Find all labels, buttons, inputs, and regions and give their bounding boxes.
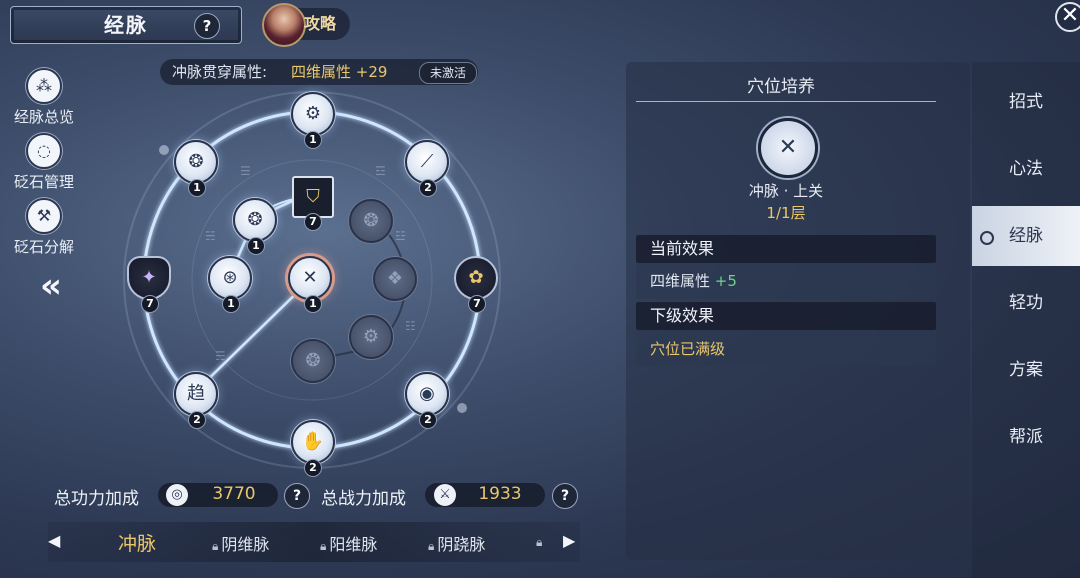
node-top-left-level: 1 — [188, 179, 206, 197]
node-bottom-left[interactable]: 趋 — [174, 372, 218, 416]
meridian-overview-button[interactable]: ⁂ 经脉总览 — [0, 68, 88, 128]
node-inner-bottom-right[interactable]: ⚙ — [349, 315, 393, 359]
total-power-label: 总功力加成 — [54, 489, 139, 509]
meridian-tab-yinqiao-label: 阴跷脉 — [437, 535, 486, 554]
node-right-level: 7 — [468, 295, 486, 313]
meridian-tab-yinwei-label: 阴维脉 — [221, 535, 270, 554]
total-combat-help-button[interactable]: ? — [552, 483, 578, 509]
node-top-right-level: 2 — [419, 179, 437, 197]
current-effect-value: +5 — [714, 272, 737, 290]
help-button[interactable]: ? — [194, 13, 220, 39]
node-center-selected[interactable]: ✕ — [288, 256, 332, 300]
node-inner-top-left[interactable]: ❂ — [233, 198, 277, 242]
current-effect-text: 四维属性 +5 — [650, 270, 737, 291]
node-inner-left-level: 1 — [222, 295, 240, 313]
tab-mental-method[interactable]: 心法 — [972, 139, 1080, 199]
stone-manage-label: 砭石管理 — [13, 173, 74, 191]
network-icon: ⁂ — [26, 68, 62, 104]
prev-arrow-icon[interactable]: ◀ — [48, 531, 60, 550]
panel-title: 穴位培养 — [747, 77, 815, 97]
total-combat-value: 1933 — [478, 484, 522, 504]
node-inner-top-left-level: 1 — [247, 237, 265, 255]
lock-icon: 🔒︎ — [536, 535, 543, 549]
lock-icon: 🔒︎ — [320, 539, 327, 553]
node-inner-right[interactable]: ❖ — [373, 257, 417, 301]
meridian-tab-yangwei-label: 阳维脉 — [329, 535, 378, 554]
node-bottom-right-level: 2 — [419, 411, 437, 429]
svg-text:☴: ☴ — [215, 349, 226, 363]
combat-icon: ⚔ — [434, 484, 456, 506]
power-icon: ◎ — [166, 484, 188, 506]
meridian-tab-chong[interactable]: 冲脉 — [118, 529, 156, 556]
stone-decompose-label: 砭石分解 — [13, 238, 74, 256]
next-arrow-icon[interactable]: ▶ — [563, 531, 575, 550]
node-top[interactable]: ⚙ — [291, 92, 335, 136]
total-power-value: 3770 — [212, 484, 256, 504]
total-power-help-button[interactable]: ? — [284, 483, 310, 509]
acupoint-icon: ✕ — [758, 118, 818, 178]
node-inner-top-right[interactable]: ❂ — [349, 199, 393, 243]
node-top-right[interactable]: ⟋ — [405, 140, 449, 184]
node-inner-top-level: 7 — [304, 213, 322, 231]
current-effect-label: 四维属性 — [650, 272, 711, 290]
stone-manage-button[interactable]: ◌ 砭石管理 — [0, 133, 88, 193]
node-bottom-right[interactable]: ◉ — [405, 372, 449, 416]
meridian-tab-yinwei[interactable]: 🔒︎ 阴维脉 — [212, 531, 269, 555]
tab-plan[interactable]: 方案 — [972, 340, 1080, 400]
next-effect-text: 穴位已满级 — [650, 340, 726, 358]
meridian-tab-yinqiao[interactable]: 🔒︎ 阴跷脉 — [428, 531, 485, 555]
panel-divider — [636, 101, 936, 102]
close-button[interactable]: ✕ — [1055, 2, 1080, 32]
acupoint-level: 1/1层 — [766, 204, 806, 222]
meridian-tab-yangwei[interactable]: 🔒︎ 阳维脉 — [320, 531, 377, 555]
cycle-icon: ◌ — [26, 133, 62, 169]
node-right[interactable]: ✿ — [454, 256, 498, 300]
node-top-left[interactable]: ❂ — [174, 140, 218, 184]
svg-text:☷: ☷ — [405, 319, 416, 333]
tab-guild[interactable]: 帮派 — [972, 407, 1080, 467]
node-bottom[interactable]: ✋ — [291, 420, 335, 464]
total-combat-label: 总战力加成 — [321, 489, 406, 509]
link-diagonal — [194, 279, 311, 393]
node-bottom-left-level: 2 — [188, 411, 206, 429]
svg-text:☰: ☰ — [240, 164, 251, 178]
node-left[interactable]: ✦ — [127, 256, 171, 300]
node-inner-left[interactable]: ⊛ — [208, 256, 252, 300]
tab-qinggong[interactable]: 轻功 — [972, 273, 1080, 333]
svg-text:☲: ☲ — [375, 164, 386, 178]
tab-moves[interactable]: 招式 — [972, 72, 1080, 132]
acupoint-name: 冲脉 · 上关 — [748, 182, 824, 200]
hammer-icon: ⚒ — [26, 198, 62, 234]
node-inner-top-socket[interactable]: ⛉ — [292, 176, 334, 218]
title-bar: 经脉 ? — [10, 6, 242, 44]
node-inner-bottom[interactable]: ❂ — [291, 339, 335, 383]
guide-avatar[interactable] — [262, 3, 306, 47]
meridian-overview-label: 经脉总览 — [13, 108, 74, 126]
node-left-level: 7 — [141, 295, 159, 313]
stone-decompose-button[interactable]: ⚒ 砭石分解 — [0, 198, 88, 258]
svg-text:☳: ☳ — [395, 229, 406, 243]
node-bottom-level: 2 — [304, 459, 322, 477]
current-effect-title: 当前效果 — [650, 239, 715, 258]
lock-icon: 🔒︎ — [428, 539, 435, 553]
active-tab-icon — [980, 231, 994, 245]
collapse-arrow-icon[interactable]: « — [40, 266, 62, 306]
lock-icon: 🔒︎ — [212, 539, 219, 553]
node-top-level: 1 — [304, 131, 322, 149]
next-effect-title: 下级效果 — [650, 306, 715, 325]
node-center-level: 1 — [304, 295, 322, 313]
guide-label[interactable]: 攻略 — [304, 8, 336, 40]
meridian-tab-more-locked[interactable]: 🔒︎ — [536, 531, 545, 550]
svg-text:☵: ☵ — [205, 229, 216, 243]
